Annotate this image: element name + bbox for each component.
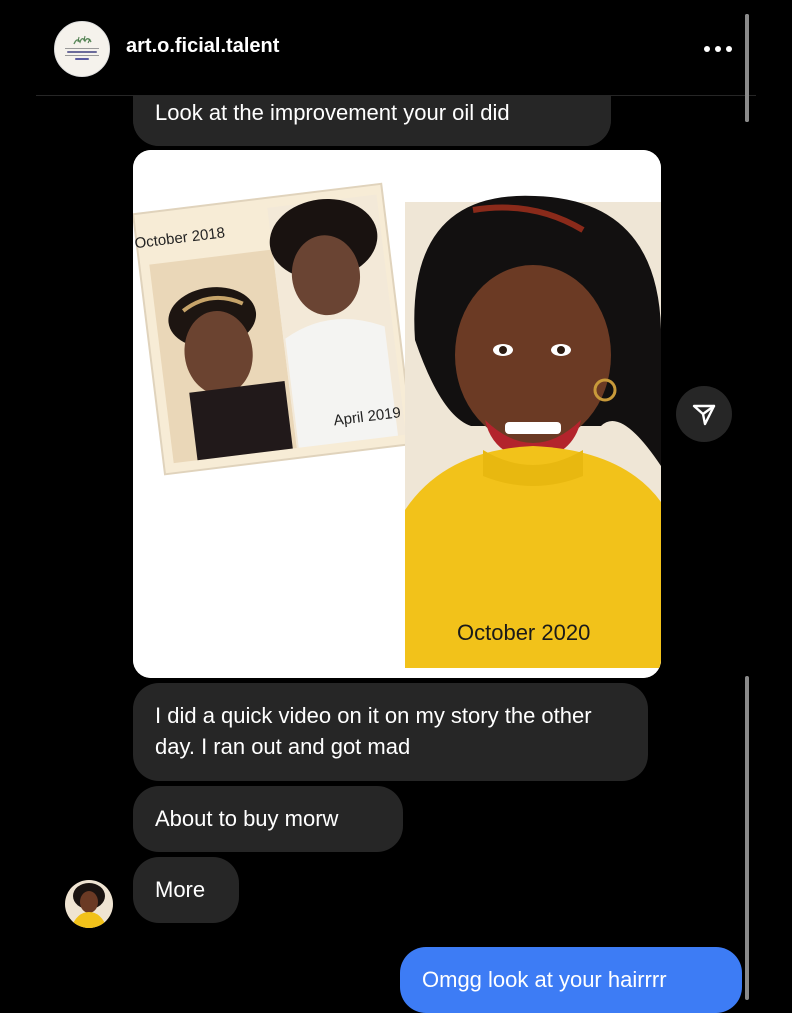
hair-progress-collage: October 2018 April 2019 October 2020 <box>133 150 661 678</box>
sender-avatar[interactable] <box>65 880 113 928</box>
message-bubble[interactable]: I did a quick video on it on my story th… <box>133 683 648 781</box>
my-message-bubble[interactable]: Omgg look at your hairrrr <box>400 947 742 1013</box>
message-text: Look at the improvement your oil did <box>155 100 510 125</box>
sender-photo <box>65 880 113 928</box>
scrollbar-top-overlay[interactable] <box>745 14 749 122</box>
scrollbar-bottom[interactable] <box>745 676 749 1000</box>
photo-label-third: October 2020 <box>457 620 590 645</box>
message-bubble[interactable]: More <box>133 857 239 923</box>
more-options-button-overlay[interactable] <box>700 36 736 60</box>
chat-username-overlay[interactable]: art.o.ficial.talent <box>126 35 279 58</box>
message-text: Omgg look at your hairrrr <box>422 967 667 992</box>
photo-message[interactable]: October 2018 April 2019 October 2020 <box>133 150 661 678</box>
profile-avatar-overlay[interactable] <box>54 21 110 77</box>
message-text: I did a quick video on it on my story th… <box>155 703 592 759</box>
more-horizontal-icon <box>704 46 732 52</box>
paper-plane-icon <box>692 404 716 426</box>
message-text: About to buy morw <box>155 806 339 831</box>
share-button[interactable] <box>676 386 732 442</box>
brand-logo-overlay <box>55 22 109 76</box>
message-bubble-visible[interactable]: Look at the improvement your oil did <box>133 96 611 146</box>
message-bubble[interactable]: About to buy morw <box>133 786 403 852</box>
message-text: More <box>155 877 206 902</box>
